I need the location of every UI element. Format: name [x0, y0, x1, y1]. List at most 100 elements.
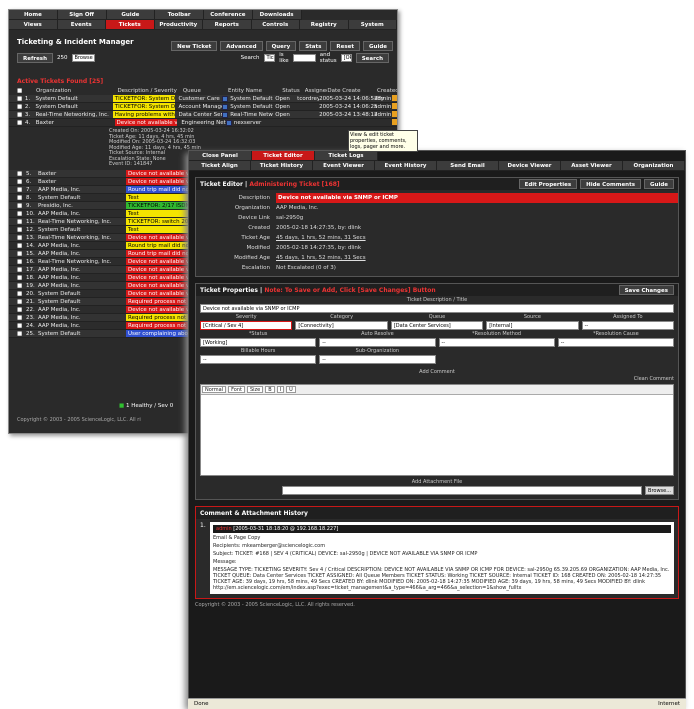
nav-conference[interactable]: Conference — [204, 10, 253, 20]
row-checkbox[interactable]: ■ — [17, 218, 26, 225]
row-checkbox[interactable]: ■ — [17, 330, 26, 337]
nav-views[interactable]: Views — [9, 20, 58, 30]
toolbar-u-control[interactable]: U — [286, 386, 296, 393]
row-checkbox[interactable]: ■ — [17, 234, 26, 241]
stats-button[interactable]: Stats — [299, 41, 328, 51]
property-select[interactable]: -- — [438, 338, 555, 347]
tab-ticket-logs[interactable]: Ticket Logs — [315, 151, 378, 161]
property-value[interactable]: -- — [557, 338, 674, 347]
row-checkbox[interactable]: ■ — [17, 226, 26, 233]
edit-ticket-icon[interactable] — [391, 111, 397, 117]
tab-organization[interactable]: Organization — [623, 161, 685, 171]
table-row[interactable]: ■1. System Default TICKETFOR: System Defau… — [9, 95, 397, 103]
field-value[interactable]: 45 days, 1 hrs, 52 mins, 31 Secs — [276, 253, 678, 263]
row-checkbox[interactable]: ■ — [17, 282, 26, 289]
status-select[interactable]: [OPEN] — [340, 54, 352, 62]
toolbar-font-control[interactable]: Font — [228, 386, 245, 393]
property-select[interactable]: [Data Center Services] — [390, 321, 484, 330]
property-value[interactable]: [Working] — [200, 338, 317, 347]
nav-productivity[interactable]: Productivity — [154, 20, 203, 30]
nav-events[interactable]: Events — [57, 20, 106, 30]
row-checkbox[interactable]: ■ — [17, 119, 25, 126]
row-checkbox[interactable]: ■ — [17, 111, 25, 118]
row-checkbox[interactable]: ■ — [17, 266, 26, 273]
property-select[interactable]: [Working] — [200, 338, 317, 347]
hide-comments-button[interactable]: Hide Comments — [580, 179, 642, 189]
nav-downloads[interactable]: Downloads — [252, 10, 302, 20]
toolbar-i-control[interactable]: I — [276, 386, 285, 393]
property-value[interactable]: [Connectivity] — [295, 321, 388, 330]
row-checkbox[interactable]: ■ — [17, 210, 26, 217]
row-checkbox[interactable]: ■ — [17, 186, 26, 193]
row-checkbox[interactable]: ■ — [17, 202, 26, 209]
property-value[interactable]: [Internal] — [486, 321, 579, 330]
tab-event-history[interactable]: Event History — [375, 161, 437, 171]
row-checkbox[interactable]: ■ — [17, 103, 25, 110]
row-checkbox[interactable]: ■ — [17, 178, 26, 185]
property-value[interactable]: -- — [438, 338, 555, 347]
row-checkbox[interactable]: ■ — [17, 242, 26, 249]
row-checkbox[interactable]: ■ — [17, 314, 26, 321]
tab-device-viewer[interactable]: Device Viewer — [499, 161, 561, 171]
toolbar-normal-control[interactable]: Normal — [202, 386, 227, 393]
browse-button[interactable]: Browse... — [645, 486, 674, 495]
table-row[interactable]: ■ 3. Real-Time Networking, Inc. Having prob… — [9, 111, 397, 119]
edit-ticket-icon[interactable] — [391, 103, 397, 109]
row-checkbox[interactable]: ■ — [17, 298, 26, 305]
tab-ticket-history[interactable]: Ticket History — [251, 161, 313, 171]
nav-registry[interactable]: Registry — [300, 20, 349, 30]
reset-button[interactable]: Reset — [330, 41, 361, 51]
property-select[interactable]: [Connectivity] — [295, 321, 388, 330]
query-button[interactable]: Query — [265, 41, 297, 51]
property-value[interactable]: [Critical / Sev 4] — [200, 321, 293, 330]
search-input[interactable] — [292, 54, 316, 62]
description-title-input[interactable]: Device not available via SNMP or ICMP — [200, 304, 674, 313]
property-select[interactable]: -- — [319, 355, 436, 364]
row-checkbox[interactable]: ■ — [17, 250, 26, 257]
row-checkbox[interactable]: ■ — [17, 194, 26, 201]
tab-event-viewer[interactable]: Event Viewer — [313, 161, 375, 171]
new-ticket-button[interactable]: New Ticket — [171, 41, 218, 51]
property-select[interactable]: -- — [200, 355, 317, 364]
property-value[interactable]: [Data Center Services] — [390, 321, 484, 330]
property-select[interactable]: [Critical / Sev 4] — [200, 321, 293, 330]
row-checkbox[interactable]: ■ — [17, 306, 26, 313]
field-value[interactable]: sal-2950g — [276, 213, 678, 223]
select-all-checkbox[interactable]: ■ — [17, 87, 25, 95]
row-checkbox[interactable]: ■ — [17, 258, 26, 265]
search-field-select[interactable]: Ticket ID — [263, 54, 276, 62]
refresh-button[interactable]: Refresh — [17, 53, 53, 63]
field-value[interactable]: 2005-02-18 14:27:35, by: dlink — [276, 243, 678, 253]
nav-tickets[interactable]: Tickets — [106, 20, 155, 30]
field-value[interactable]: 45 days, 1 hrs, 52 mins, 31 Secs — [276, 233, 678, 243]
attachment-file-input[interactable] — [282, 486, 643, 495]
nav-guide[interactable]: Guide — [106, 10, 156, 20]
row-checkbox[interactable]: ■ — [17, 95, 25, 102]
comment-editor[interactable]: Normal Font Size B I U — [200, 384, 674, 476]
property-select[interactable]: -- — [557, 338, 674, 347]
guide-button[interactable]: Guide — [644, 179, 674, 189]
nav-system[interactable]: System — [348, 20, 397, 30]
toolbar-size-control[interactable]: Size — [246, 386, 264, 393]
edit-ticket-icon[interactable] — [391, 119, 397, 125]
table-row[interactable]: ■2. System Default TICKETFOR: System Defau… — [9, 103, 397, 111]
tab-ticket-align[interactable]: Ticket Align — [189, 161, 251, 171]
tab-asset-viewer[interactable]: Asset Viewer — [561, 161, 623, 171]
tab-send-email[interactable]: Send Email — [437, 161, 499, 171]
property-select[interactable]: [Internal] — [486, 321, 579, 330]
edit-ticket-icon[interactable] — [391, 95, 397, 101]
toolbar-b-control[interactable]: B — [265, 386, 275, 393]
field-value[interactable]: 2005-02-18 14:27:35, by: dlink — [276, 223, 678, 233]
property-value[interactable]: -- — [581, 321, 675, 330]
search-button[interactable]: Search — [355, 53, 389, 63]
property-value[interactable]: -- — [319, 338, 436, 347]
advanced-button[interactable]: Advanced — [220, 41, 263, 51]
row-checkbox[interactable]: ■ — [17, 170, 26, 177]
table-row[interactable]: ■4. Baxter Device not available via SNMP o… — [9, 119, 397, 127]
nav-sign-off[interactable]: Sign Off — [57, 10, 107, 20]
property-select[interactable]: -- — [319, 338, 436, 347]
guide-button[interactable]: Guide — [363, 41, 393, 51]
row-checkbox[interactable]: ■ — [17, 274, 26, 281]
nav-reports[interactable]: Reports — [203, 20, 252, 30]
property-value[interactable]: -- — [319, 355, 436, 364]
